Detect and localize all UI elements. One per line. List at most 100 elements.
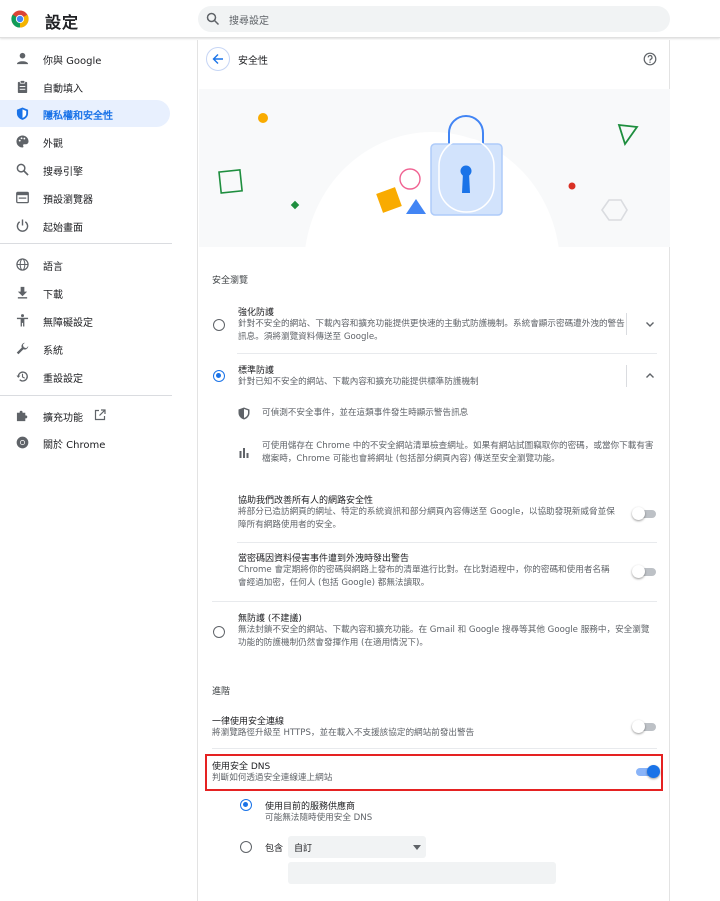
arrow-back-icon xyxy=(212,54,223,64)
sidebar-item-label: 隱私權和安全性 xyxy=(43,111,113,122)
sidebar-item-reset[interactable]: 重設設定 xyxy=(0,363,170,390)
dns-current-provider-label: 使用目前的服務供應商 xyxy=(265,802,356,812)
bar-chart-icon xyxy=(239,448,249,458)
toggle-knob xyxy=(632,507,645,520)
dns-provider-select-value: 自訂 xyxy=(294,844,313,854)
toggle-knob xyxy=(632,720,645,733)
enhanced-protection-radio[interactable] xyxy=(213,319,225,331)
secure-dns-title: 使用安全 DNS xyxy=(212,762,271,772)
dns-with-label: 包含 xyxy=(265,844,284,854)
restore-icon xyxy=(16,371,28,382)
open-in-new-icon xyxy=(94,409,106,421)
sidebar-item-accessibility[interactable]: 無障礙設定 xyxy=(0,307,170,334)
sidebar-item-autofill[interactable]: 自動填入 xyxy=(0,73,170,100)
sidebar-item-appearance[interactable]: 外觀 xyxy=(0,128,170,155)
enhanced-protection-title: 強化防護 xyxy=(238,308,275,318)
help-icon[interactable] xyxy=(643,52,657,66)
sidebar-item-privacy-security[interactable]: 隱私權和安全性 xyxy=(0,100,170,127)
toggle-knob xyxy=(647,765,660,778)
clipboard-icon xyxy=(17,80,28,93)
advanced-section-title: 進階 xyxy=(212,687,231,697)
chevron-down-icon[interactable] xyxy=(644,318,656,330)
back-button[interactable] xyxy=(206,47,230,71)
search-icon xyxy=(206,12,220,26)
no-protection-title: 無防護 (不建議) xyxy=(238,614,302,624)
sidebar-item-label: 下載 xyxy=(43,290,63,301)
accessibility-icon xyxy=(16,314,29,327)
sidebar-item-languages[interactable]: 語言 xyxy=(0,251,170,278)
https-only-toggle[interactable] xyxy=(632,720,656,733)
dns-custom-provider-radio[interactable] xyxy=(240,841,252,853)
security-illustration xyxy=(199,89,670,247)
sidebar-item-label: 你與 Google xyxy=(43,56,102,67)
sidebar-item-label: 預設瀏覽器 xyxy=(43,195,93,206)
sidebar-item-label: 自動填入 xyxy=(43,84,83,95)
wrench-icon xyxy=(16,342,29,355)
divider xyxy=(237,542,657,543)
toggle-knob xyxy=(632,565,645,578)
no-protection-desc: 無法封鎖不安全的網站、下載內容和擴充功能。在 Gmail 和 Google 搜尋… xyxy=(238,625,650,648)
download-icon xyxy=(17,286,28,299)
sidebar-item-default-browser[interactable]: 預設瀏覽器 xyxy=(0,184,170,211)
shield-icon xyxy=(238,407,250,420)
password-leak-title: 當密碼因資料侵害事件遭到外洩時發出警告 xyxy=(238,554,410,564)
help-improve-toggle[interactable] xyxy=(632,507,656,520)
divider xyxy=(212,601,657,602)
password-leak-toggle[interactable] xyxy=(632,565,656,578)
sidebar-item-label: 語言 xyxy=(43,262,63,273)
standard-protection-title: 標準防護 xyxy=(238,366,275,376)
sidebar-item-label: 起始畫面 xyxy=(43,223,83,234)
divider xyxy=(212,748,657,749)
sidebar-item-system[interactable]: 系統 xyxy=(0,335,170,362)
help-improve-title: 協助我們改善所有人的網路安全性 xyxy=(238,496,374,506)
standard-bullet-detect: 可偵測不安全事件，並在這類事件發生時顯示警告訊息 xyxy=(262,408,469,418)
palette-icon xyxy=(16,135,29,148)
standard-bullet-url-check: 可使用儲存在 Chrome 中的不安全網站清單檢查網址。如果有網站試圖竊取你的密… xyxy=(262,441,654,464)
globe-icon xyxy=(16,258,29,271)
separator xyxy=(626,365,627,387)
puzzle-icon xyxy=(16,410,28,422)
divider xyxy=(237,353,657,354)
password-leak-desc: Chrome 會定期將你的密碼與網路上發布的清單進行比對。在比對過程中，你的密碼… xyxy=(238,565,610,588)
top-bar: 設定 搜尋設定 xyxy=(0,0,720,38)
sidebar-item-label: 關於 Chrome xyxy=(43,440,106,451)
https-only-desc: 將瀏覽路徑升級至 HTTPS，並在載入不支援該協定的網站前發出警告 xyxy=(212,728,475,738)
chrome-icon xyxy=(16,436,29,449)
sidebar-item-about-chrome[interactable]: 關於 Chrome xyxy=(0,429,170,456)
sidebar-item-extensions[interactable]: 擴充功能 xyxy=(0,402,170,429)
sidebar-divider xyxy=(0,395,172,396)
sidebar-item-label: 外觀 xyxy=(43,139,63,150)
search-bar[interactable]: 搜尋設定 xyxy=(198,6,670,32)
custom-dns-input[interactable] xyxy=(288,862,556,884)
sidebar-item-label: 重設設定 xyxy=(43,374,83,385)
secure-dns-toggle[interactable] xyxy=(636,765,660,778)
enhanced-protection-desc: 針對不安全的網站、下載內容和擴充功能提供更快速的主動式防護機制。系統會顯示密碼遭… xyxy=(238,319,625,342)
dns-current-provider-desc: 可能無法隨時使用安全 DNS xyxy=(265,813,373,823)
sidebar-item-you-and-google[interactable]: 你與 Google xyxy=(0,45,170,72)
person-icon xyxy=(16,52,29,65)
sidebar-item-label: 無障礙設定 xyxy=(43,318,93,329)
chevron-up-icon[interactable] xyxy=(644,370,656,382)
security-illustration-graphic xyxy=(218,113,639,247)
power-icon xyxy=(16,219,29,232)
sidebar: 你與 Google 自動填入 隱私權和安全性 外觀 搜尋引擎 預設瀏覽器 起始畫… xyxy=(0,40,182,901)
dns-current-provider-radio[interactable] xyxy=(240,799,252,811)
security-page-card: 安全性 安全瀏覽 強化防護 針對不安全的網站、下載內容和擴充功能提供更快速的主動… xyxy=(197,40,670,901)
page-title: 安全性 xyxy=(238,56,268,67)
sidebar-item-on-startup[interactable]: 起始畫面 xyxy=(0,212,170,239)
sidebar-item-downloads[interactable]: 下載 xyxy=(0,279,170,306)
sidebar-item-search-engine[interactable]: 搜尋引擎 xyxy=(0,156,170,183)
sidebar-item-label: 擴充功能 xyxy=(43,413,83,424)
separator xyxy=(626,313,627,335)
chrome-logo-icon xyxy=(11,10,29,28)
search-placeholder[interactable]: 搜尋設定 xyxy=(229,12,269,27)
secure-dns-desc: 判斷如何透過安全連線連上網站 xyxy=(212,773,333,783)
dns-provider-select[interactable]: 自訂 xyxy=(288,836,426,858)
standard-protection-desc: 針對已知不安全的網站、下載內容和擴充功能提供標準防護機制 xyxy=(238,377,479,387)
no-protection-radio[interactable] xyxy=(213,626,225,638)
standard-protection-radio[interactable] xyxy=(213,370,225,382)
app-title: 設定 xyxy=(45,13,80,32)
help-improve-desc: 將部分已造訪網頁的網址、特定的系統資訊和部分網頁內容傳送至 Google，以協助… xyxy=(238,507,615,530)
safe-browsing-section-title: 安全瀏覽 xyxy=(212,276,249,286)
https-only-title: 一律使用安全連線 xyxy=(212,717,285,727)
